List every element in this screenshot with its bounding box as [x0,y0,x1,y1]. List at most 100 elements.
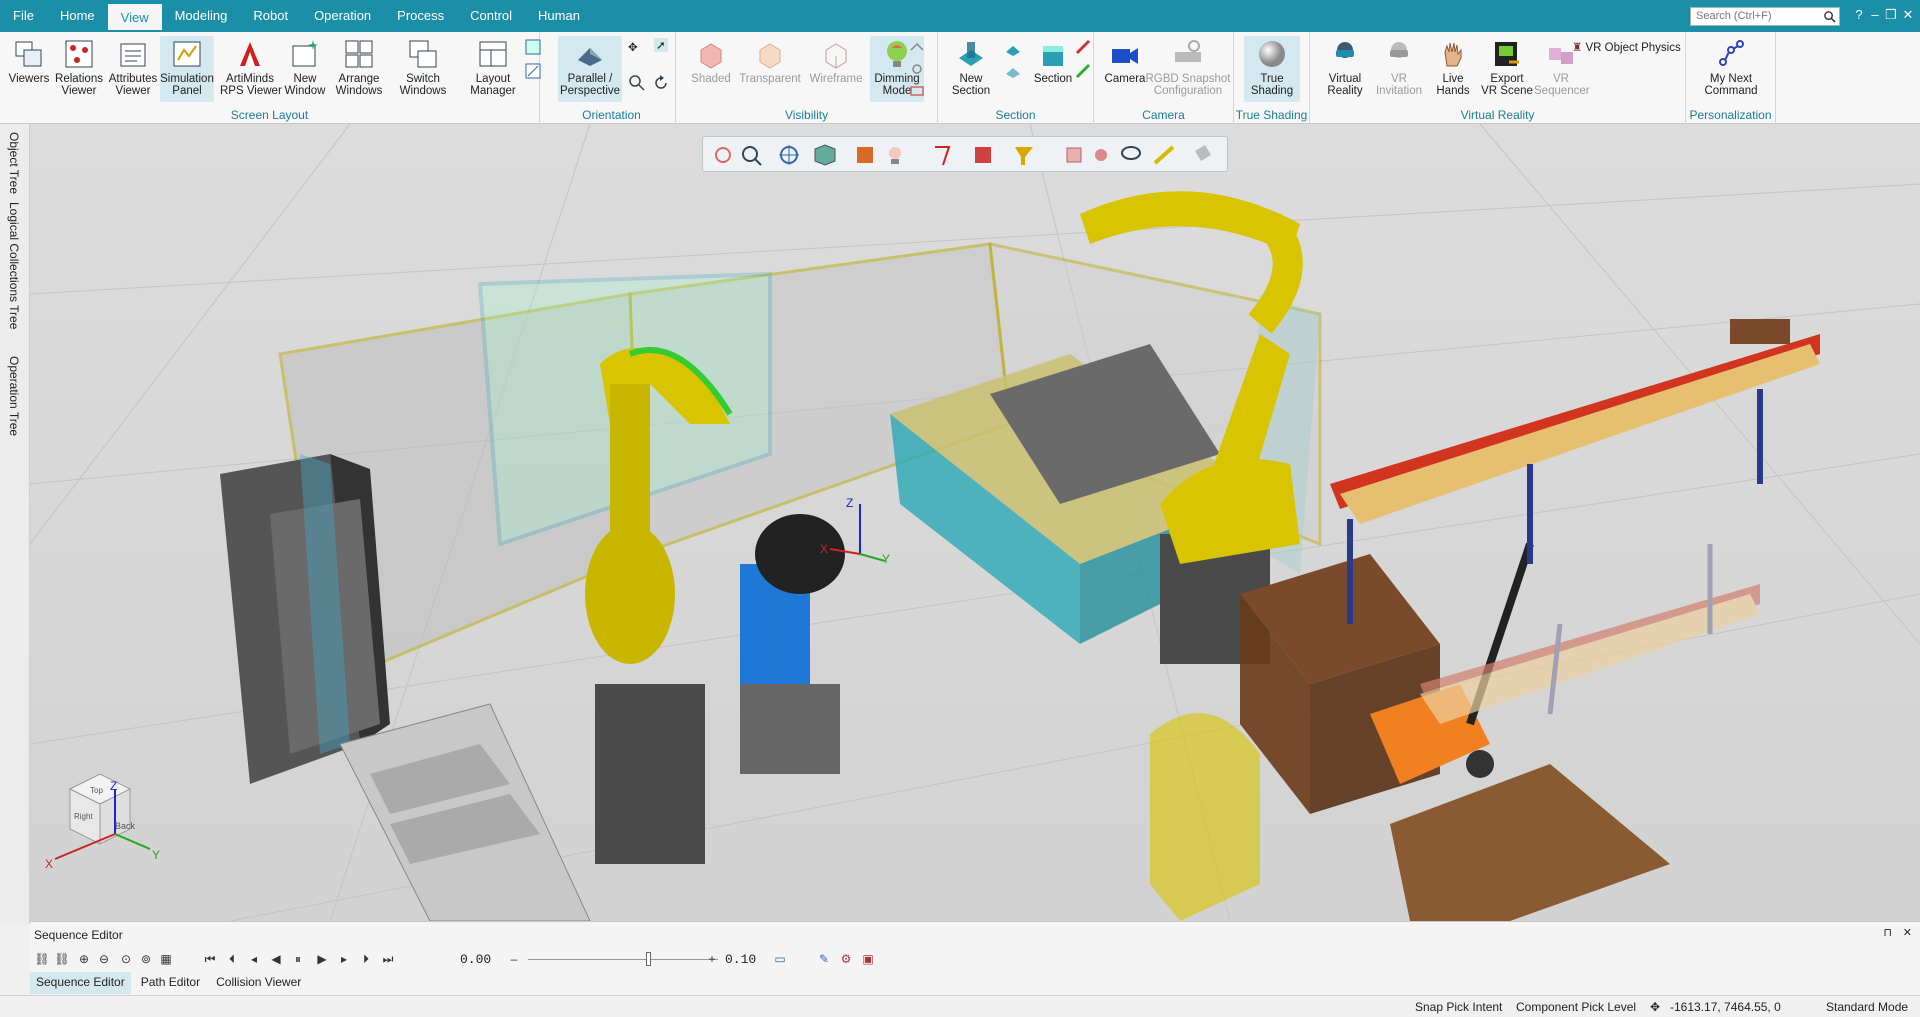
tab-logical-collections-tree[interactable]: Logical Collections Tree [7,202,21,329]
sequence-editor-close-button[interactable]: ✕ [1903,926,1912,939]
step-forward-icon[interactable]: ⏵ [358,951,374,967]
menu-modeling[interactable]: Modeling [162,0,241,32]
gear-red-icon[interactable] [1095,149,1107,161]
cube-face-right[interactable]: Right [74,812,93,821]
path-edit-icon[interactable]: ✎ [816,951,832,967]
simulation-speed[interactable]: 0.10 [725,952,756,967]
menu-home[interactable]: Home [47,0,108,32]
monitor-icon[interactable]: ▭ [772,951,788,967]
filter-icon[interactable] [1015,147,1033,165]
live-hands-button[interactable]: Live Hands [1426,36,1480,102]
new-window-button[interactable]: New Window [278,36,332,102]
visibility-small-icon-3[interactable] [908,82,926,100]
play-back-icon[interactable]: ◂ [246,951,262,967]
record-icon[interactable]: ▣ [860,951,876,967]
unlink-icon[interactable]: ⛓ [54,951,70,967]
graphic-viewer[interactable]: Z X Y Z X Y Top Back Right [30,124,1920,921]
lasso-icon[interactable] [1121,146,1141,160]
tab-object-tree[interactable]: Object Tree [7,132,21,194]
viewers-button[interactable]: Viewers [2,36,56,102]
speed-decrease-icon[interactable]: – [506,951,522,967]
tab-path-editor[interactable]: Path Editor [135,972,206,994]
view-cube-icon[interactable] [814,144,836,166]
gantt-icon[interactable]: ▦ [158,951,174,967]
wireframe-button[interactable]: Wireframe [806,36,866,102]
export-vr-scene-button[interactable]: Export VR Scene [1480,36,1534,102]
switch-windows-button[interactable]: Switch Windows [396,36,450,102]
snap-icon[interactable] [1066,147,1082,163]
artiminds-rps-viewer-button[interactable]: ArtiMinds RPS Viewer [220,36,282,102]
play-reverse-icon[interactable]: ◀ [268,951,284,967]
pick-center-icon[interactable] [779,145,799,165]
light-icon[interactable] [889,147,901,164]
search-icon[interactable] [1823,10,1836,23]
tab-collision-viewer[interactable]: Collision Viewer [210,972,307,994]
section-small-icon-4[interactable] [1074,62,1092,80]
layout-manager-button[interactable]: Layout Manager [466,36,520,102]
section-button[interactable]: Section [1026,36,1080,102]
cube-red-icon[interactable] [975,147,991,163]
virtual-reality-button[interactable]: Virtual Reality [1318,36,1372,102]
zoom-out-icon[interactable]: ⊖ [96,951,112,967]
section-small-icon-1[interactable] [1004,40,1022,58]
zoom-to-fit-icon[interactable] [715,147,731,163]
scene-3d[interactable] [30,124,1920,921]
zoom-in-icon[interactable]: ⊕ [76,951,92,967]
true-shading-button[interactable]: True Shading [1244,36,1300,102]
speed-slider-track[interactable] [528,959,718,960]
rotate-icon[interactable] [652,74,670,92]
menu-human[interactable]: Human [525,0,593,32]
event-icon[interactable]: ⚙ [838,951,854,967]
parallel-perspective-button[interactable]: Parallel / Perspective [558,36,622,102]
my-next-command-button[interactable]: My Next Command [1696,36,1766,102]
vr-object-physics-button[interactable]: ♜ VR Object Physics [1572,40,1681,54]
speed-increase-icon[interactable]: + [704,951,720,967]
tab-sequence-editor[interactable]: Sequence Editor [30,972,131,994]
render-box-icon[interactable] [857,147,873,163]
section-small-icon-3[interactable] [1074,38,1092,56]
zoom-fit-icon[interactable]: ⊙ [118,951,134,967]
play-forward-icon[interactable]: ▸ [336,951,352,967]
step-back-icon[interactable]: ⏴ [224,951,240,967]
zoom-to-selection-icon[interactable] [742,146,762,166]
attributes-viewer-button[interactable]: Attributes Viewer [106,36,160,102]
link-icon[interactable]: ⛓ [34,951,50,967]
arrange-windows-button[interactable]: Arrange Windows [332,36,386,102]
rgbd-snapshot-button[interactable]: RGBD Snapshot Configuration [1144,36,1232,102]
close-button[interactable]: ✕ [1899,6,1917,24]
zoom-sel-icon[interactable]: ⊚ [138,951,154,967]
restore-button[interactable]: ❐ [1882,6,1900,24]
search-input[interactable]: Search (Ctrl+F) [1690,7,1840,26]
zoom-icon[interactable] [628,74,646,92]
tab-operation-tree[interactable]: Operation Tree [7,356,21,436]
pan-icon[interactable]: ✥ [628,40,638,54]
snap-pick-intent[interactable]: Snap Pick Intent [1415,1000,1502,1014]
menu-robot[interactable]: Robot [240,0,301,32]
section-small-icon-2[interactable] [1004,62,1022,80]
component-pick-level[interactable]: Component Pick Level [1516,1000,1636,1014]
menu-operation[interactable]: Operation [301,0,384,32]
layout-small-icon-1[interactable] [524,38,542,56]
menu-control[interactable]: Control [457,0,525,32]
jump-end-icon[interactable]: ⏭ [380,951,396,967]
measure-icon[interactable] [935,146,951,166]
shaded-button[interactable]: Shaded [684,36,738,102]
visibility-small-icon-2[interactable] [908,60,926,78]
simulation-time[interactable]: 0.00 [460,952,491,967]
jump-start-icon[interactable]: ⏮ [202,951,218,967]
speed-slider-thumb[interactable] [646,952,651,966]
menu-view[interactable]: View [107,4,162,32]
play-icon[interactable]: ▶ [314,951,330,967]
relations-viewer-button[interactable]: Relations Viewer [52,36,106,102]
simulation-panel-button[interactable]: Simulation Panel [160,36,214,102]
select-arrow-icon[interactable]: ➚ [654,38,668,52]
menu-process[interactable]: Process [384,0,457,32]
visibility-small-icon-1[interactable] [908,38,926,56]
pause-icon[interactable]: ⏸ [290,951,306,967]
vr-invitation-button[interactable]: VR Invitation [1372,36,1426,102]
cube-face-top[interactable]: Top [90,786,103,795]
new-section-button[interactable]: New Section [942,36,1000,102]
menu-file[interactable]: File [0,0,47,32]
layout-small-icon-2[interactable] [524,62,542,80]
sequence-editor-pin-button[interactable]: ⊓ [1883,926,1892,939]
